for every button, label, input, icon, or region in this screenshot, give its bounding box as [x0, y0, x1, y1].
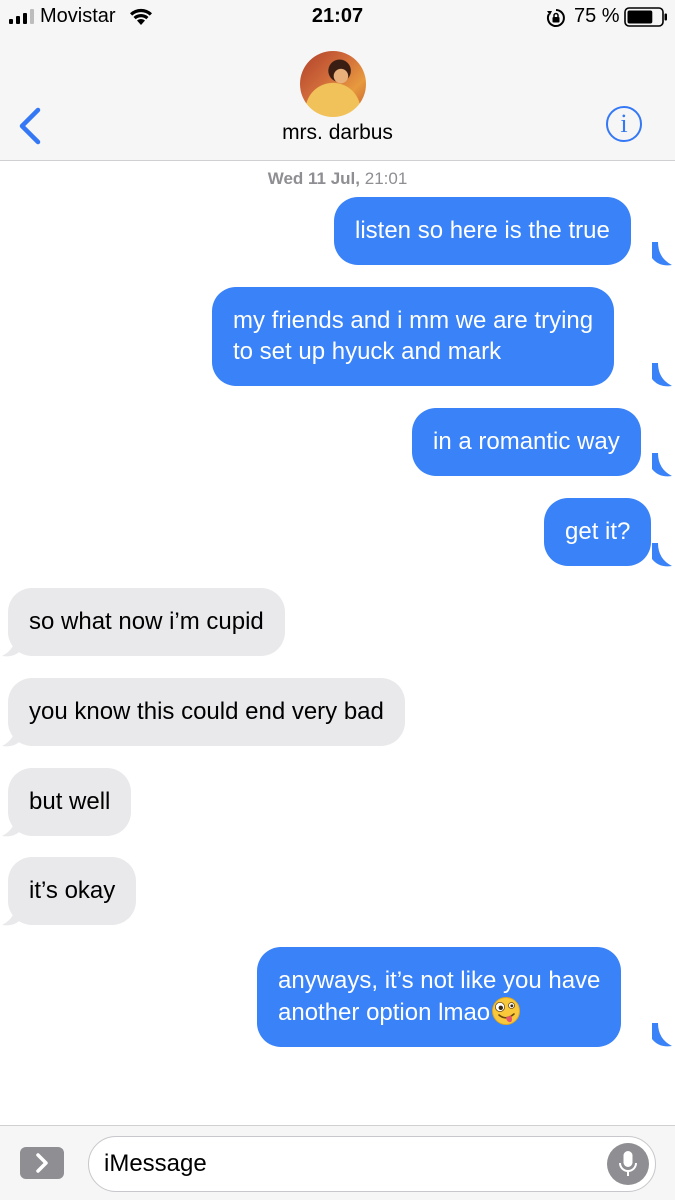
message-line-text: another option lmao — [278, 999, 491, 1026]
sent-bubble-tail-icon — [652, 363, 672, 387]
received-message-bubble[interactable]: you know this could end very bad — [8, 678, 405, 746]
chevron-right-icon — [36, 1153, 48, 1173]
message-line: my friends and i mm we are trying — [233, 307, 594, 334]
received-bubble-tail-icon — [2, 633, 22, 657]
imessage-placeholder: iMessage — [104, 1150, 207, 1177]
message-line: you know this could end very bad — [29, 698, 384, 725]
sent-message-bubble[interactable]: my friends and i mm we are trying to set… — [212, 287, 615, 386]
received-message-bubble[interactable]: it’s okay — [8, 857, 137, 925]
message-line: get it? — [565, 518, 631, 545]
message-line: listen so here is the true — [355, 217, 610, 244]
message-line: it’s okay — [29, 877, 116, 904]
zany-face-emoji-icon — [492, 997, 521, 1025]
sent-message-bubble[interactable]: in a romantic way — [412, 408, 641, 476]
message-line: anyways, it’s not like you have — [278, 967, 601, 994]
message-timestamp: Wed 11 Jul, 21:01 — [0, 169, 675, 189]
battery-percentage: 75 % — [574, 5, 620, 27]
contact-avatar[interactable] — [300, 51, 366, 117]
contact-name[interactable]: mrs. darbus — [0, 121, 675, 145]
received-message-bubble[interactable]: but well — [8, 768, 132, 836]
microphone-icon — [619, 1151, 637, 1176]
received-bubble-tail-icon — [2, 723, 22, 747]
sent-message-bubble[interactable]: anyways, it’s not like you have another … — [257, 947, 622, 1047]
status-bar: Movistar 21:07 75 % — [0, 0, 675, 34]
message-line-with-emoji: another option lmao — [278, 996, 600, 1028]
rotation-lock-icon — [546, 9, 565, 27]
message-line: in a romantic way — [433, 428, 620, 455]
received-message-bubble[interactable]: so what now i’m cupid — [8, 588, 285, 656]
message-line: but well — [29, 788, 111, 815]
message-line: to set up hyuck and mark — [233, 338, 502, 365]
sent-bubble-tail-icon — [652, 453, 672, 477]
message-input-bar: iMessage — [0, 1125, 675, 1200]
sent-bubble-tail-icon — [652, 1023, 672, 1047]
sent-bubble-tail-icon — [652, 242, 672, 266]
message-line: so what now i’m cupid — [29, 608, 264, 635]
dictation-button[interactable] — [607, 1143, 649, 1185]
app-drawer-button[interactable] — [20, 1147, 64, 1179]
timestamp-day: Wed 11 Jul, — [267, 169, 360, 188]
received-bubble-tail-icon — [2, 813, 22, 837]
received-bubble-tail-icon — [2, 902, 22, 926]
sent-bubble-tail-icon — [652, 543, 672, 567]
sent-message-bubble[interactable]: listen so here is the true — [334, 197, 631, 265]
battery-icon — [624, 7, 667, 27]
info-icon[interactable]: i — [606, 106, 642, 142]
imessage-input[interactable]: iMessage — [88, 1136, 656, 1192]
conversation-header: mrs. darbus i — [0, 34, 675, 161]
timestamp-time: 21:01 — [364, 169, 408, 188]
sent-message-bubble[interactable]: get it? — [544, 498, 652, 566]
